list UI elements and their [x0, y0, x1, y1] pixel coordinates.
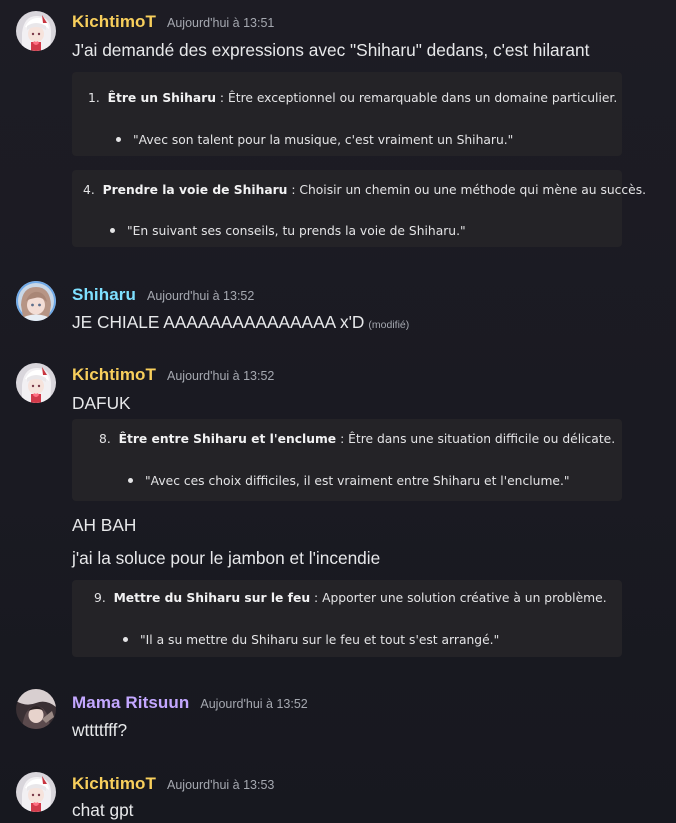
edited-label[interactable]: (modifié) — [368, 319, 409, 331]
expression-example: "Il a su mettre du Shiharu sur le feu et… — [123, 633, 499, 647]
avatar[interactable] — [16, 363, 56, 403]
avatar-shiharu-image — [16, 281, 56, 321]
expression-example: "Avec son talent pour la musique, c'est … — [116, 133, 513, 147]
expression-term: Prendre la voie de Shiharu — [102, 183, 288, 197]
quote-block: 9. Mettre du Shiharu sur le feu : Apport… — [72, 580, 622, 657]
avatar[interactable] — [16, 11, 56, 51]
expression-term: Être entre Shiharu et l'enclume — [118, 432, 337, 446]
quote-block: 8. Être entre Shiharu et l'enclume : Êtr… — [72, 419, 622, 501]
expression-line: 4. Prendre la voie de Shiharu : Choisir … — [83, 183, 646, 197]
message-text: JE CHIALE AAAAAAAAAAAAAAA x'D (modifié) — [72, 312, 409, 333]
expression-example: "En suivant ses conseils, tu prends la v… — [110, 224, 466, 238]
message-header: Mama Ritsuun Aujourd'hui à 13:52 — [72, 693, 308, 713]
timestamp[interactable]: Aujourd'hui à 13:51 — [167, 16, 274, 30]
list-number: 4. — [83, 183, 95, 197]
timestamp[interactable]: Aujourd'hui à 13:52 — [147, 289, 254, 303]
message-text: J'ai demandé des expressions avec "Shiha… — [72, 40, 590, 60]
expression-example: "Avec ces choix difficiles, il est vraim… — [128, 474, 570, 488]
avatar[interactable] — [16, 281, 56, 321]
expression-term: Mettre du Shiharu sur le feu — [113, 591, 311, 605]
timestamp[interactable]: Aujourd'hui à 13:52 — [200, 697, 307, 711]
bullet-icon — [128, 478, 133, 483]
username[interactable]: Mama Ritsuun — [72, 693, 189, 713]
example-text: "Avec ces choix difficiles, il est vraim… — [145, 474, 570, 488]
chat-messages: KichtimoT Aujourd'hui à 13:51 J'ai deman… — [0, 0, 676, 823]
example-text: "Avec son talent pour la musique, c'est … — [133, 133, 514, 147]
username[interactable]: KichtimoT — [72, 774, 156, 794]
expression-line: 1. Être un Shiharu : Être exceptionnel o… — [88, 91, 617, 105]
timestamp[interactable]: Aujourd'hui à 13:52 — [167, 369, 274, 383]
list-number: 1. — [88, 91, 100, 105]
avatar[interactable] — [16, 689, 56, 729]
expression-line: 8. Être entre Shiharu et l'enclume : Êtr… — [99, 432, 615, 446]
avatar-kichtimot-image — [16, 772, 56, 812]
bullet-icon — [116, 137, 121, 142]
username[interactable]: KichtimoT — [72, 365, 156, 385]
quote-block: 1. Être un Shiharu : Être exceptionnel o… — [72, 72, 622, 156]
timestamp[interactable]: Aujourd'hui à 13:53 — [167, 778, 274, 792]
message-text: AH BAH — [72, 515, 137, 535]
message-text: DAFUK — [72, 393, 131, 413]
example-text: "Il a su mettre du Shiharu sur le feu et… — [140, 633, 500, 647]
message-body: JE CHIALE AAAAAAAAAAAAAAA x'D — [72, 312, 365, 332]
example-text: "En suivant ses conseils, tu prends la v… — [127, 224, 466, 238]
username[interactable]: Shiharu — [72, 285, 136, 305]
avatar-mama-ritsuun-image — [16, 689, 56, 729]
quote-block: 4. Prendre la voie de Shiharu : Choisir … — [72, 170, 646, 247]
list-number: 9. — [94, 591, 106, 605]
expression-term: Être un Shiharu — [107, 91, 217, 105]
expression-definition: : Être exceptionnel ou remarquable dans … — [216, 91, 618, 105]
avatar-kichtimot-image — [16, 11, 56, 51]
expression-definition: : Choisir un chemin ou une méthode qui m… — [287, 183, 647, 197]
bullet-icon — [110, 228, 115, 233]
avatar[interactable] — [16, 772, 56, 812]
expression-definition: : Apporter une solution créative à un pr… — [310, 591, 607, 605]
bullet-icon — [123, 637, 128, 642]
message-text: chat gpt — [72, 800, 134, 820]
message-text: j'ai la soluce pour le jambon et l'incen… — [72, 548, 381, 568]
expression-definition: : Être dans une situation difficile ou d… — [336, 432, 616, 446]
message-header: KichtimoT Aujourd'hui à 13:51 — [72, 12, 274, 32]
avatar-kichtimot-image — [16, 363, 56, 403]
expression-line: 9. Mettre du Shiharu sur le feu : Apport… — [94, 591, 607, 605]
list-number: 8. — [99, 432, 111, 446]
message-header: KichtimoT Aujourd'hui à 13:52 — [72, 365, 274, 385]
username[interactable]: KichtimoT — [72, 12, 156, 32]
message-header: KichtimoT Aujourd'hui à 13:53 — [72, 774, 274, 794]
message-text: wttttfff? — [72, 720, 128, 740]
message-header: Shiharu Aujourd'hui à 13:52 — [72, 285, 254, 305]
